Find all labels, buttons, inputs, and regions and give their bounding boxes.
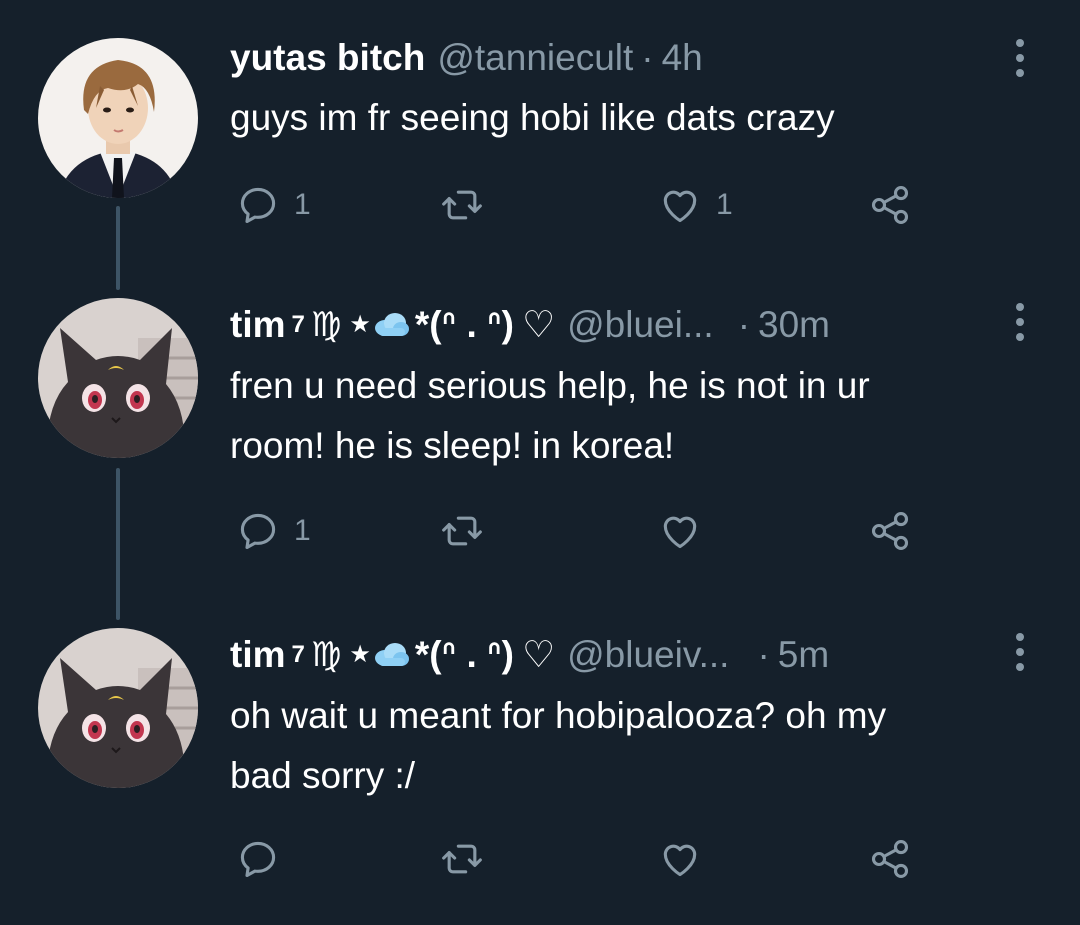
cloud-icon bbox=[374, 313, 409, 336]
tweet[interactable]: tim 7 ♍ ★ *(ᐢ . ᐢ) ♡ @blueiv... · 5m oh … bbox=[0, 620, 1080, 910]
cloud-icon bbox=[374, 643, 409, 666]
heart-symbol: ♡ bbox=[521, 304, 556, 345]
avatar[interactable] bbox=[38, 38, 198, 198]
share-button[interactable] bbox=[868, 180, 912, 230]
reply-count: 1 bbox=[294, 514, 311, 547]
share-icon bbox=[871, 186, 909, 224]
user-handle[interactable]: @tanniecult bbox=[437, 33, 633, 83]
virgo-symbol: ♍ bbox=[310, 306, 342, 344]
user-handle[interactable]: @bluei... bbox=[567, 300, 714, 350]
timestamp[interactable]: 4h bbox=[662, 33, 703, 83]
kaomoji: *(ᐢ . ᐢ) bbox=[414, 634, 514, 675]
user-handle[interactable]: @blueiv... bbox=[567, 630, 729, 680]
share-button[interactable] bbox=[868, 506, 912, 556]
avatar[interactable] bbox=[38, 628, 198, 788]
virgo-symbol: ♍ bbox=[310, 636, 342, 674]
heart-icon bbox=[663, 190, 697, 223]
retweet-icon bbox=[442, 516, 482, 546]
heart-symbol: ♡ bbox=[521, 634, 556, 675]
like-button[interactable] bbox=[658, 834, 716, 884]
reply-button[interactable] bbox=[236, 834, 294, 884]
person-portrait-icon bbox=[38, 38, 198, 198]
tweet-text: guys im fr seeing hobi like dats crazy bbox=[230, 97, 835, 138]
avatar[interactable] bbox=[38, 298, 198, 458]
name-superscript: 7 bbox=[291, 311, 305, 338]
retweet-button[interactable] bbox=[440, 834, 498, 884]
more-options-icon[interactable] bbox=[1012, 302, 1028, 342]
retweet-button[interactable] bbox=[440, 180, 498, 230]
timestamp[interactable]: 30m bbox=[758, 300, 830, 350]
black-cat-icon bbox=[38, 628, 198, 788]
reply-button[interactable]: 1 bbox=[236, 506, 311, 556]
tweet[interactable]: yutas bitch @tanniecult · 4h guys im fr … bbox=[0, 0, 1080, 240]
more-options-icon[interactable] bbox=[1012, 38, 1028, 78]
reply-icon bbox=[240, 187, 276, 224]
black-cat-icon bbox=[38, 298, 198, 458]
heart-icon bbox=[663, 844, 697, 877]
reply-button[interactable]: 1 bbox=[236, 180, 311, 230]
separator-dot: · bbox=[737, 304, 751, 345]
reply-icon bbox=[240, 841, 276, 878]
tweet[interactable]: tim 7 ♍ ★ *(ᐢ . ᐢ) ♡ @bluei... · 30m fre… bbox=[0, 290, 1080, 600]
share-button[interactable] bbox=[868, 834, 912, 884]
tweet-text: fren u need serious help, he is not in u… bbox=[230, 365, 870, 466]
separator-dot: · bbox=[641, 37, 654, 78]
kaomoji: *(ᐢ . ᐢ) bbox=[414, 304, 514, 345]
like-count: 1 bbox=[716, 188, 733, 221]
tweet-header: tim 7 ♍ ★ *(ᐢ . ᐢ) ♡ @bluei... · 30m bbox=[230, 300, 830, 350]
retweet-icon bbox=[442, 190, 482, 220]
display-name[interactable]: yutas bitch bbox=[230, 33, 425, 83]
star-symbol: ★ bbox=[349, 641, 371, 668]
like-button[interactable] bbox=[658, 506, 716, 556]
retweet-icon bbox=[442, 844, 482, 874]
retweet-button[interactable] bbox=[440, 506, 498, 556]
tweet-actions bbox=[0, 834, 1080, 884]
share-icon bbox=[871, 512, 909, 550]
heart-icon bbox=[663, 516, 697, 549]
conversation-thread: yutas bitch @tanniecult · 4h guys im fr … bbox=[0, 0, 1080, 925]
tweet-header: tim 7 ♍ ★ *(ᐢ . ᐢ) ♡ @blueiv... · 5m bbox=[230, 630, 829, 680]
reply-count: 1 bbox=[294, 188, 311, 221]
tweet-text: oh wait u meant for hobipalooza? oh my b… bbox=[230, 695, 887, 796]
tweet-header: yutas bitch @tanniecult · 4h bbox=[230, 33, 703, 83]
star-symbol: ★ bbox=[349, 311, 371, 338]
display-name[interactable]: tim bbox=[230, 300, 286, 350]
tweet-actions: 1 1 bbox=[0, 180, 1080, 230]
tweet-actions: 1 bbox=[0, 506, 1080, 556]
share-icon bbox=[871, 840, 909, 878]
display-name[interactable]: tim bbox=[230, 630, 286, 680]
more-options-icon[interactable] bbox=[1012, 632, 1028, 672]
name-superscript: 7 bbox=[291, 641, 305, 668]
timestamp[interactable]: 5m bbox=[778, 630, 829, 680]
reply-icon bbox=[240, 513, 276, 550]
separator-dot: · bbox=[757, 634, 770, 675]
like-button[interactable]: 1 bbox=[658, 180, 733, 230]
